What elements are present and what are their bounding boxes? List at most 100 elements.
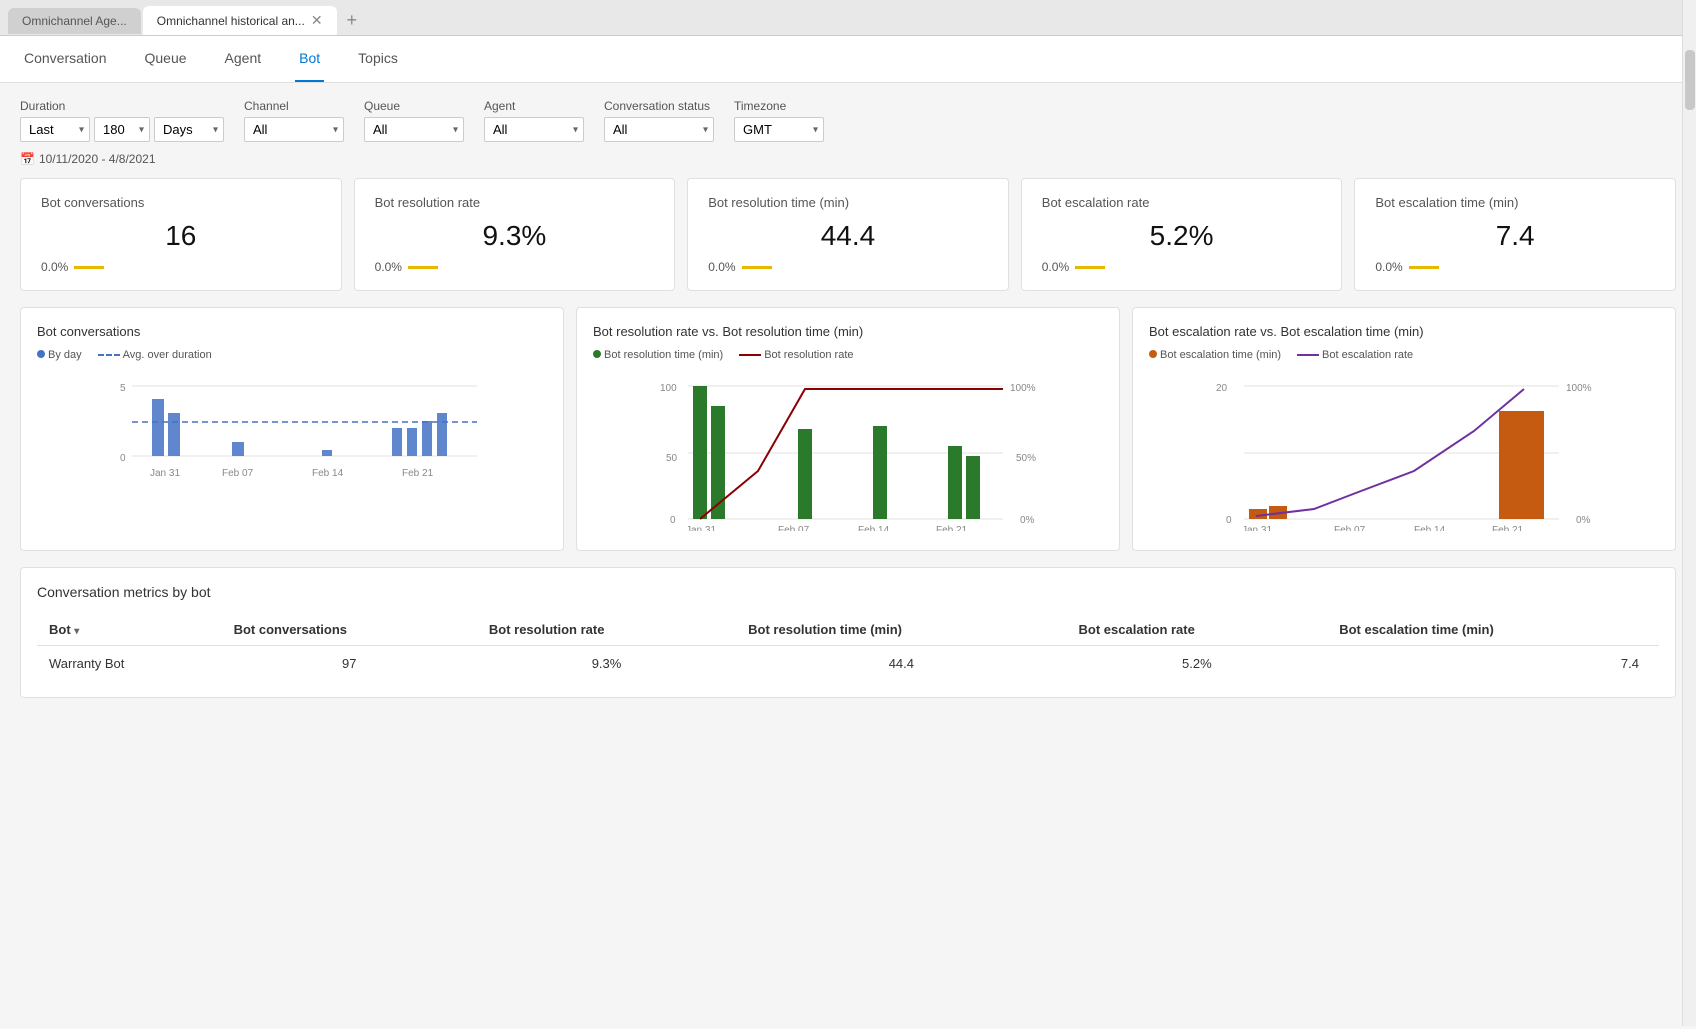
calendar-icon: 📅	[20, 152, 35, 166]
kpi-bot-escalation-rate: Bot escalation rate 5.2% 0.0%	[1021, 178, 1343, 291]
filter-bar: Duration Last 180 Days	[20, 99, 1676, 142]
svg-text:50: 50	[666, 453, 678, 464]
svg-text:Feb 14: Feb 14	[312, 468, 344, 479]
agent-filter: Agent All	[484, 99, 584, 142]
chart-legend: Bot resolution time (min) Bot resolution…	[593, 349, 1103, 361]
queue-filter: Queue All	[364, 99, 464, 142]
conversation-status-label: Conversation status	[604, 99, 714, 113]
legend-resolution-rate: Bot resolution rate	[739, 349, 853, 361]
tab-omnichannel-historical[interactable]: Omnichannel historical an... ✕	[143, 6, 337, 35]
duration-value-select[interactable]: 180	[94, 117, 150, 142]
svg-text:Feb 07: Feb 07	[1334, 525, 1366, 531]
trend-bar	[1409, 266, 1439, 269]
cell-resolution-rate: 9.3%	[477, 646, 736, 682]
legend-resolution-time: Bot resolution time (min)	[593, 349, 723, 361]
escalation-chart-svg: 20 0 100% 0% Jan 31 Feb 07	[1149, 371, 1659, 531]
svg-text:Jan 31: Jan 31	[150, 468, 180, 479]
kpi-row: Bot conversations 16 0.0% Bot resolution…	[20, 178, 1676, 291]
svg-text:Feb 21: Feb 21	[936, 525, 968, 531]
chart-legend: Bot escalation time (min) Bot escalation…	[1149, 349, 1659, 361]
agent-select[interactable]: All	[484, 117, 584, 142]
duration-period-select[interactable]: Days	[154, 117, 224, 142]
col-bot-conversations: Bot conversations	[222, 614, 477, 646]
svg-text:Feb 07: Feb 07	[222, 468, 254, 479]
nav-topics[interactable]: Topics	[354, 36, 402, 82]
svg-text:Feb 21: Feb 21	[1492, 525, 1524, 531]
kpi-bot-resolution-time: Bot resolution time (min) 44.4 0.0%	[687, 178, 1009, 291]
svg-text:Feb 14: Feb 14	[858, 525, 890, 531]
metrics-table-section: Conversation metrics by bot Bot ▾ Bot co…	[20, 567, 1676, 698]
agent-label: Agent	[484, 99, 584, 113]
timezone-select[interactable]: GMT	[734, 117, 824, 142]
svg-text:Feb 21: Feb 21	[402, 468, 434, 479]
kpi-bot-resolution-rate: Bot resolution rate 9.3% 0.0%	[354, 178, 676, 291]
legend-escalation-rate: Bot escalation rate	[1297, 349, 1413, 361]
queue-select[interactable]: All	[364, 117, 464, 142]
chart-legend: By day Avg. over duration	[37, 349, 547, 361]
channel-select[interactable]: All	[244, 117, 344, 142]
resolution-chart-svg: 100 50 0 100% 50% 0%	[593, 371, 1103, 531]
browser-tab-bar: Omnichannel Age... Omnichannel historica…	[0, 0, 1696, 36]
close-icon[interactable]: ✕	[311, 12, 323, 29]
app-navigation: Conversation Queue Agent Bot Topics	[0, 36, 1696, 83]
svg-text:100%: 100%	[1566, 383, 1592, 394]
svg-text:0: 0	[1226, 515, 1232, 526]
conversation-status-select[interactable]: All	[604, 117, 714, 142]
metrics-table: Bot ▾ Bot conversations Bot resolution r…	[37, 614, 1659, 681]
svg-text:50%: 50%	[1016, 453, 1036, 464]
trend-bar	[408, 266, 438, 269]
svg-text:0%: 0%	[1020, 515, 1035, 526]
col-bot: Bot ▾	[37, 614, 222, 646]
bot-escalation-chart: Bot escalation rate vs. Bot escalation t…	[1132, 307, 1676, 551]
svg-text:100: 100	[660, 383, 677, 394]
table-header-row: Bot ▾ Bot conversations Bot resolution r…	[37, 614, 1659, 646]
nav-bot[interactable]: Bot	[295, 36, 324, 82]
kpi-bot-conversations: Bot conversations 16 0.0%	[20, 178, 342, 291]
tab-omnichannel-agent[interactable]: Omnichannel Age...	[8, 8, 141, 34]
queue-label: Queue	[364, 99, 464, 113]
date-range: 📅 10/11/2020 - 4/8/2021	[20, 152, 1676, 166]
nav-conversation[interactable]: Conversation	[20, 36, 111, 82]
scrollbar-track[interactable]	[1682, 0, 1696, 1026]
channel-filter: Channel All	[244, 99, 344, 142]
table-row: Warranty Bot 97 9.3% 44.4 5.2% 7.4	[37, 646, 1659, 682]
bot-conversations-chart: Bot conversations By day Avg. over durat…	[20, 307, 564, 551]
svg-text:Jan 31: Jan 31	[686, 525, 716, 531]
timezone-label: Timezone	[734, 99, 824, 113]
cell-escalation-rate: 5.2%	[1067, 646, 1328, 682]
channel-label: Channel	[244, 99, 344, 113]
col-resolution-rate: Bot resolution rate	[477, 614, 736, 646]
legend-by-day: By day	[37, 349, 82, 361]
trend-bar	[74, 266, 104, 269]
add-tab-button[interactable]: +	[339, 6, 366, 35]
svg-text:5: 5	[120, 383, 126, 394]
trend-bar	[742, 266, 772, 269]
svg-text:Jan 31: Jan 31	[1242, 525, 1272, 531]
trend-bar	[1075, 266, 1105, 269]
conversation-status-filter: Conversation status All	[604, 99, 714, 142]
cell-escalation-time: 7.4	[1327, 646, 1659, 682]
duration-prefix-select[interactable]: Last	[20, 117, 90, 142]
svg-text:20: 20	[1216, 383, 1228, 394]
svg-text:Feb 14: Feb 14	[1414, 525, 1446, 531]
nav-agent[interactable]: Agent	[221, 36, 266, 82]
bot-resolution-chart: Bot resolution rate vs. Bot resolution t…	[576, 307, 1120, 551]
bar-chart-svg: 5 0 Jan 31	[37, 371, 547, 531]
svg-text:Feb 07: Feb 07	[778, 525, 810, 531]
col-escalation-time: Bot escalation time (min)	[1327, 614, 1659, 646]
svg-text:100%: 100%	[1010, 383, 1036, 394]
duration-label: Duration	[20, 99, 224, 113]
legend-escalation-time: Bot escalation time (min)	[1149, 349, 1281, 361]
table-title: Conversation metrics by bot	[37, 584, 1659, 600]
svg-text:0: 0	[670, 515, 676, 526]
main-content: Duration Last 180 Days	[0, 83, 1696, 1029]
svg-text:0: 0	[120, 453, 126, 464]
col-escalation-rate: Bot escalation rate	[1067, 614, 1328, 646]
chart-row: Bot conversations By day Avg. over durat…	[20, 307, 1676, 551]
duration-filter: Duration Last 180 Days	[20, 99, 224, 142]
scrollbar-thumb[interactable]	[1685, 50, 1695, 110]
cell-conversations: 97	[222, 646, 477, 682]
kpi-bot-escalation-time: Bot escalation time (min) 7.4 0.0%	[1354, 178, 1676, 291]
sort-icon[interactable]: ▾	[74, 626, 79, 637]
nav-queue[interactable]: Queue	[141, 36, 191, 82]
